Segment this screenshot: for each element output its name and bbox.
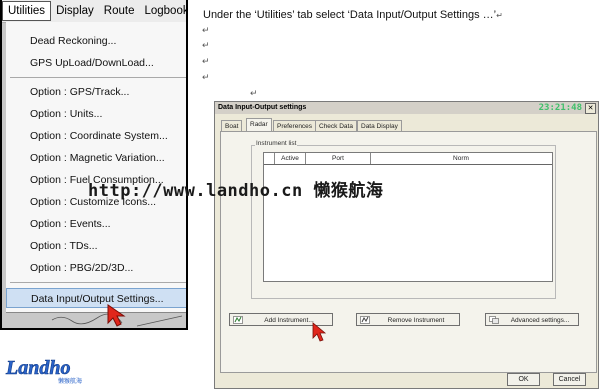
instrument-list[interactable]: Active Port Norm (263, 152, 553, 282)
menu-separator (10, 282, 186, 283)
watermark-text: http://www.landho.cn 懒猴航海 (88, 181, 384, 201)
close-icon[interactable]: ✕ (585, 103, 596, 114)
paragraph-mark: ↵ (202, 25, 210, 35)
paragraph-mark: ↵ (202, 56, 210, 66)
utilities-menu-screenshot: Utilities Display Route Logbook Dead Rec… (0, 0, 188, 330)
logo-brand: Landho (5, 357, 70, 379)
menu-separator (10, 77, 186, 78)
column-norm[interactable]: Norm (371, 153, 551, 164)
menu-item-units[interactable]: Option : Units... (30, 108, 102, 120)
dialog-clock: 23:21:48 (538, 103, 582, 113)
add-instrument-icon (233, 316, 243, 324)
data-io-settings-dialog: Data Input-Output settings 23:21:48 ✕ Bo… (214, 101, 599, 389)
cursor-arrow-icon (312, 322, 327, 342)
menubar: Utilities Display Route Logbook (2, 0, 186, 23)
tab-radar[interactable]: Radar (246, 118, 272, 132)
paragraph-mark: ↵ (250, 88, 258, 98)
menu-logbook[interactable]: Logbook (139, 2, 186, 20)
remove-instrument-icon (360, 316, 370, 324)
menu-item-coordinate-system[interactable]: Option : Coordinate System... (30, 130, 168, 142)
column-port[interactable]: Port (306, 153, 371, 164)
menu-utilities[interactable]: Utilities (2, 1, 52, 21)
instrument-list-label: Instrument list (255, 140, 298, 147)
advanced-settings-label: Advanced settings... (510, 317, 570, 324)
menu-display[interactable]: Display (51, 2, 99, 20)
column-icon (264, 153, 275, 164)
list-header: Active Port Norm (264, 153, 552, 165)
instruction-text: Under the ‘Utilities’ tab select ‘Data I… (203, 9, 503, 21)
ok-button[interactable]: OK (507, 373, 540, 386)
menu-item-events[interactable]: Option : Events... (30, 218, 111, 230)
paragraph-mark: ↵ (202, 40, 210, 50)
paragraph-mark: ↵ (202, 72, 210, 82)
cursor-arrow-icon (107, 304, 126, 327)
landho-logo: Landho 懒猴航海 (5, 357, 82, 385)
menu-item-magnetic-variation[interactable]: Option : Magnetic Variation... (30, 152, 165, 164)
utilities-dropdown: Dead Reckoning... GPS UpLoad/DownLoad...… (6, 22, 186, 313)
menu-item-pbg[interactable]: Option : PBG/2D/3D... (30, 262, 133, 274)
logo-tagline: 懒猴航海 (58, 377, 82, 385)
advanced-settings-button[interactable]: Advanced settings... (485, 313, 579, 326)
menu-item-dead-reckoning[interactable]: Dead Reckoning... (30, 35, 116, 47)
menu-item-gps-track[interactable]: Option : GPS/Track... (30, 86, 129, 98)
remove-instrument-label: Remove Instrument (387, 317, 445, 324)
menu-route[interactable]: Route (99, 2, 140, 20)
cancel-button[interactable]: Cancel (553, 373, 586, 386)
menu-item-gps-upload[interactable]: GPS UpLoad/DownLoad... (30, 57, 154, 69)
settings-icon (489, 316, 499, 324)
menu-item-tds[interactable]: Option : TDs... (30, 240, 98, 252)
menu-item-data-io-settings[interactable]: Data Input/Output Settings... (6, 288, 186, 308)
remove-instrument-button[interactable]: Remove Instrument (356, 313, 460, 326)
column-active[interactable]: Active (275, 153, 306, 164)
